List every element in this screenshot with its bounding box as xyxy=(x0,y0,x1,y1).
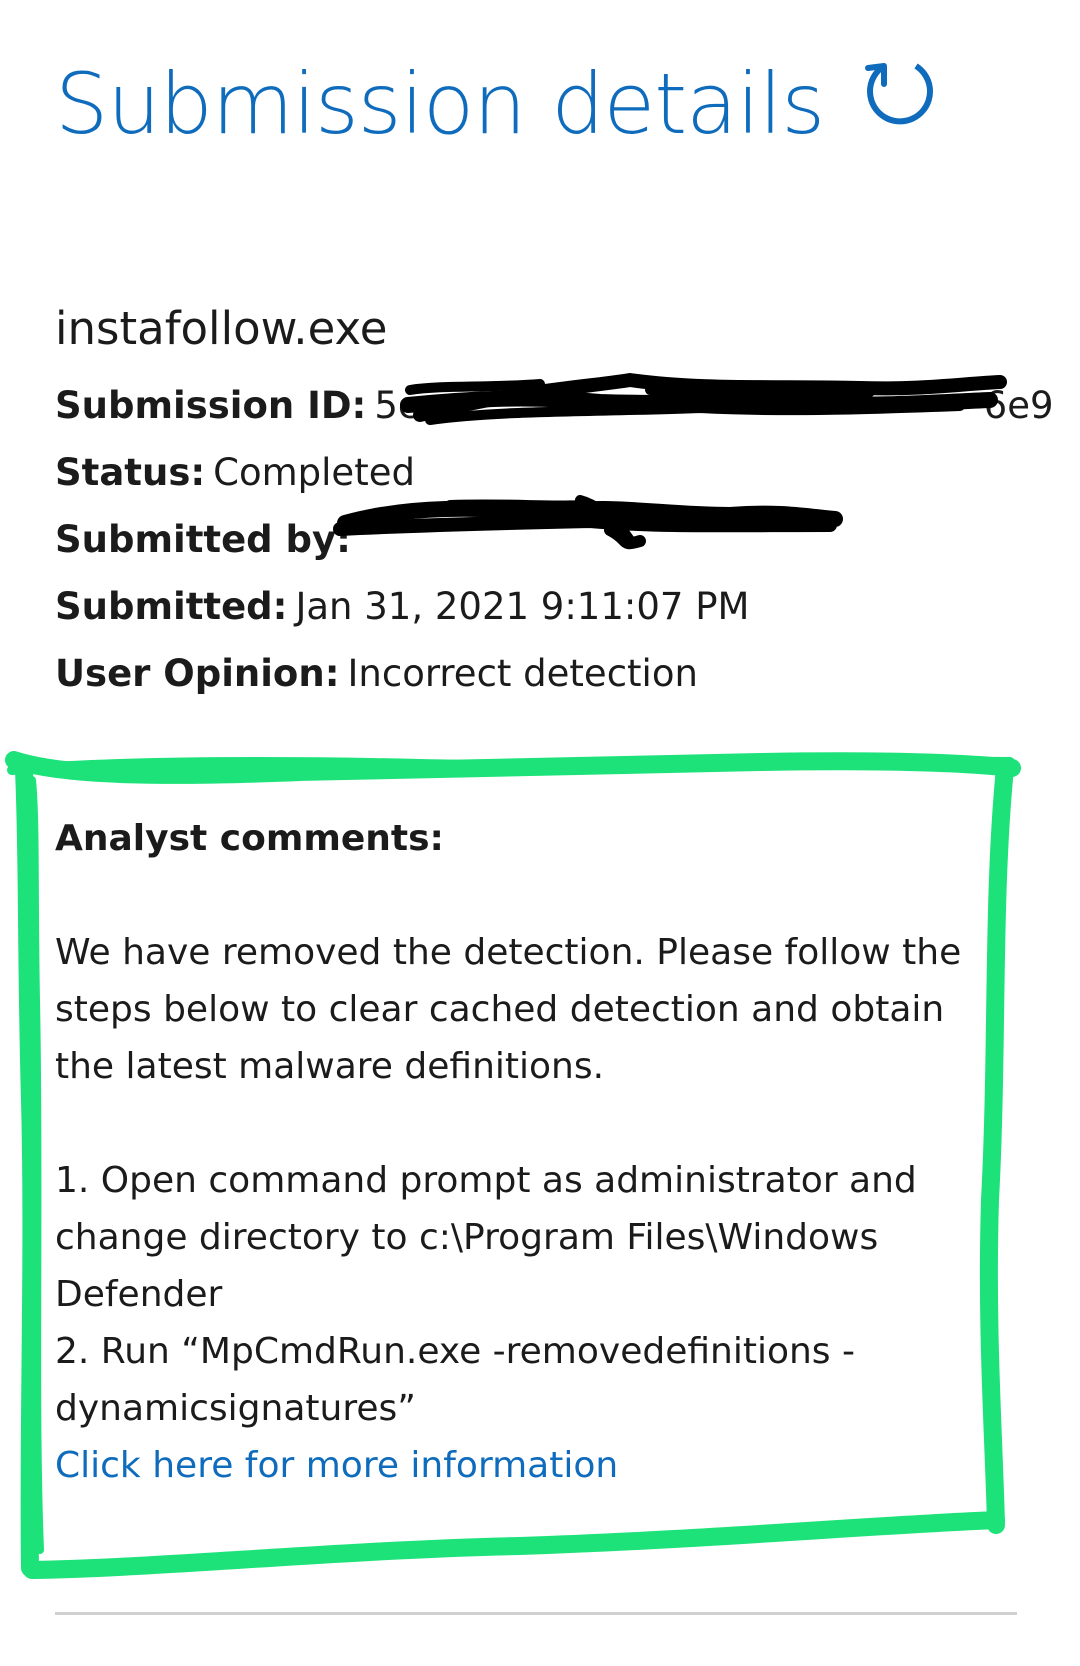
analyst-comments-heading: Analyst comments: xyxy=(55,818,444,859)
refresh-icon[interactable] xyxy=(862,52,938,128)
page-title: Submission details xyxy=(55,55,825,153)
bottom-divider xyxy=(55,1612,1017,1615)
submission-id-row: Submission ID: 5e 6e9 xyxy=(55,382,1075,449)
submitted-label: Submitted: xyxy=(55,585,288,628)
step-line: 2. Run “MpCmdRun.exe -removedefinitions … xyxy=(55,1331,855,1372)
submission-id-suffix: 6e9 xyxy=(983,384,1054,427)
status-label: Status: xyxy=(55,451,206,494)
submitted-by-row: Submitted by: xyxy=(55,516,1075,583)
analyst-comments: Analyst comments: We have removed the de… xyxy=(55,810,975,1494)
more-information-link[interactable]: Click here for more information xyxy=(55,1437,618,1494)
user-opinion-label: User Opinion: xyxy=(55,652,340,695)
step-line: 1. Open command prompt as administrator … xyxy=(55,1160,917,1201)
user-opinion-value: Incorrect detection xyxy=(347,652,698,695)
analyst-comments-steps: 1. Open command prompt as administrator … xyxy=(55,1152,975,1437)
file-name: instafollow.exe xyxy=(55,302,388,355)
submitted-by-label: Submitted by: xyxy=(55,518,351,561)
intro-line: We have removed the detection. Please fo… xyxy=(55,932,962,973)
step-line: change directory to c:\Program Files\Win… xyxy=(55,1217,879,1258)
step-line: dynamicsignatures” xyxy=(55,1388,416,1429)
submitted-row: Submitted: Jan 31, 2021 9:11:07 PM xyxy=(55,583,1075,650)
user-opinion-row: User Opinion: Incorrect detection xyxy=(55,650,1075,717)
analyst-comments-intro: We have removed the detection. Please fo… xyxy=(55,924,975,1095)
step-line: Defender xyxy=(55,1274,223,1315)
intro-line: steps below to clear cached detection an… xyxy=(55,989,945,1030)
status-row: Status: Completed xyxy=(55,449,1075,516)
intro-line: the latest malware definitions. xyxy=(55,1046,605,1087)
status-value: Completed xyxy=(213,451,415,494)
submitted-value: Jan 31, 2021 9:11:07 PM xyxy=(295,585,750,628)
submission-id-prefix: 5e xyxy=(374,384,421,427)
page-header: Submission details xyxy=(55,62,938,146)
submission-metadata: Submission ID: 5e 6e9 Status: Completed Sub… xyxy=(55,382,1075,717)
submission-id-label: Submission ID: xyxy=(55,384,367,427)
